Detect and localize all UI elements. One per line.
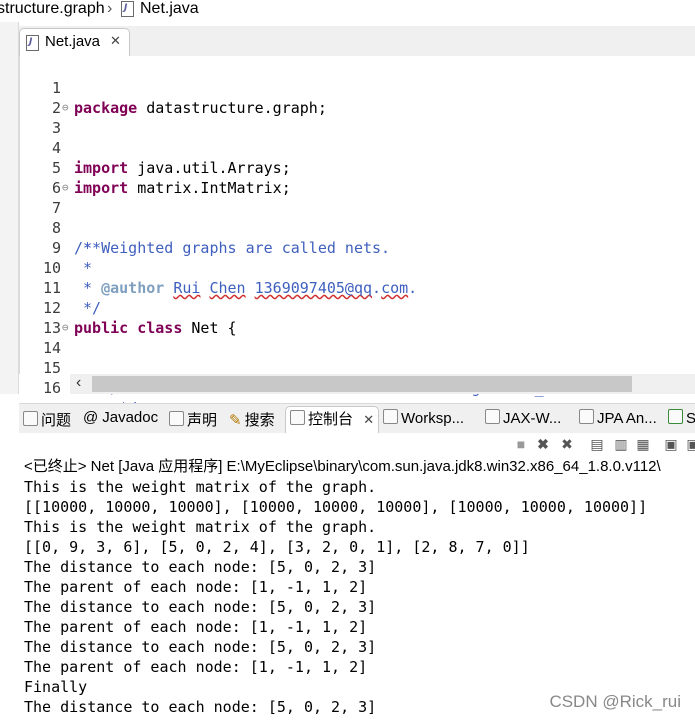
console-icon [290,410,305,425]
code-line: 12 public class Net { [20,278,695,337]
tab-label: 声明 [187,412,218,429]
tab-jpa[interactable]: JPA An... [579,409,657,431]
java-file-icon [121,1,134,17]
console-line: The parent of each node: [1, -1, 1, 2] [24,658,368,676]
console-line: This is the weight matrix of the graph. [24,478,377,496]
horizontal-scrollbar[interactable]: ‹ [70,374,695,394]
breadcrumb: structure.graph › Net.java [0,0,695,22]
workspace-icon [383,409,398,424]
code-line: 8 * Weighted graphs are called nets. [20,198,695,257]
line-number: 16 [42,379,61,397]
console-line: The parent of each node: [1, -1, 1, 2] [24,578,368,596]
tab-label: S [686,410,695,427]
remove-launch-icon[interactable]: ✖ [535,436,551,452]
code-line: 7 ⊖ /** [20,178,695,257]
console-line: The distance to each node: [5, 0, 2, 3] [24,638,377,656]
view-tab-bar: 问题 @ Javadoc 声明 ✎ 搜索 控制台 ✕ Worksp... JAX-W… [19,403,695,435]
declaration-icon [169,411,184,426]
word-wrap-icon[interactable]: ▦ [635,436,651,452]
tab-label: Worksp... [401,410,465,427]
jaxws-icon [485,409,500,424]
watermark: CSDN @Rick_rui [547,692,683,712]
tab-console[interactable]: 控制台 ✕ [285,406,380,435]
tab-jaxws[interactable]: JAX-W... [485,409,561,431]
console-line: [[0, 9, 3, 6], [5, 0, 2, 4], [3, 2, 0, 1… [24,538,530,556]
tab-label: 问题 [41,412,72,429]
fold-toggle-icon[interactable]: ⊖ [62,318,69,338]
console-line: Finally [24,678,88,696]
stop-icon[interactable]: ■ [513,436,529,452]
code-editor[interactable]: 1 package datastructure.graph; 2 3 ⊖ imp… [19,56,695,417]
scrollbar-thumb[interactable] [92,376,632,392]
editor-tab-label: Net.java [45,33,101,50]
tab-label: JAX-W... [503,410,562,427]
code-line: 10 * @author Rui Chen 1369097405@qq.com. [20,238,695,297]
breadcrumb-file[interactable]: Net.java [140,0,199,18]
left-panel-strip [0,22,19,394]
breadcrumb-package[interactable]: structure.graph [0,0,105,18]
javadoc-icon: @ [83,409,99,426]
console-status-text: <已终止> Net [Java 应用程序] E:\MyEclipse\binar… [24,458,661,475]
console-line: The distance to each node: [5, 0, 2, 3] [24,558,377,576]
close-icon[interactable]: ✕ [363,412,374,427]
console-toolbar: ■ ✖ ✖ ▤ ▥ ▦ ▣ ▣ [19,433,695,457]
tab-s[interactable]: S [668,409,695,431]
display-console-icon[interactable]: ▣ [685,436,695,452]
code-line: 5 import matrix.IntMatrix; [20,138,695,197]
code-line: 3 ⊖ import java.util.Arrays; [20,98,695,177]
breadcrumb-separator: › [107,0,113,17]
remove-all-icon[interactable]: ✖ [559,436,575,452]
tab-label: JPA An... [597,410,657,427]
jpa-icon [579,409,594,424]
console-line: The distance to each node: [5, 0, 2, 3] [24,598,377,616]
code-line: 6 [20,158,695,197]
tab-search[interactable]: ✎ 搜索 [229,409,275,431]
java-file-icon [26,35,39,51]
close-icon[interactable]: ✕ [110,33,121,49]
tab-workspace[interactable]: Worksp... [383,409,464,431]
code-line: 14 ⊖ /** [20,318,695,397]
scroll-left-icon[interactable]: ‹ [76,374,81,392]
console-line: This is the weight matrix of the graph. [24,518,377,536]
tab-label: 搜索 [244,412,275,429]
view-icon [668,409,683,424]
code-line: 13 [20,298,695,337]
code-line: 1 package datastructure.graph; [20,58,695,117]
problems-icon [23,411,38,426]
tab-declaration[interactable]: 声明 [169,409,217,431]
code-line: 11 */ [20,258,695,317]
fold-toggle-icon[interactable]: ⊖ [62,178,69,198]
code-line: 15 * The maximal distance. Do not use In… [20,338,695,397]
console-status: <已终止> Net [Java 应用程序] E:\MyEclipse\binar… [19,457,695,477]
console-line: The parent of each node: [1, -1, 1, 2] [24,618,368,636]
search-icon: ✎ [229,412,242,429]
tab-javadoc[interactable]: @ Javadoc [83,409,158,431]
scroll-lock-icon[interactable]: ▥ [613,436,629,452]
code-line: 9 * [20,218,695,277]
console-line: [[10000, 10000, 10000], [10000, 10000, 1… [24,498,648,516]
code-line: 2 [20,78,695,117]
console-output[interactable]: This is the weight matrix of the graph. … [19,477,695,723]
tab-label: Javadoc [102,409,159,426]
tab-label: 控制台 [308,411,354,428]
pin-console-icon[interactable]: ▣ [663,436,679,452]
console-line: The distance to each node: [5, 0, 2, 3] [24,698,377,716]
code-line: 4 [20,118,695,157]
tab-problems[interactable]: 问题 [23,409,71,431]
editor-tab-net-java[interactable]: Net.java ✕ [19,28,130,57]
fold-toggle-icon[interactable]: ⊖ [62,98,69,118]
clear-console-icon[interactable]: ▤ [589,436,605,452]
